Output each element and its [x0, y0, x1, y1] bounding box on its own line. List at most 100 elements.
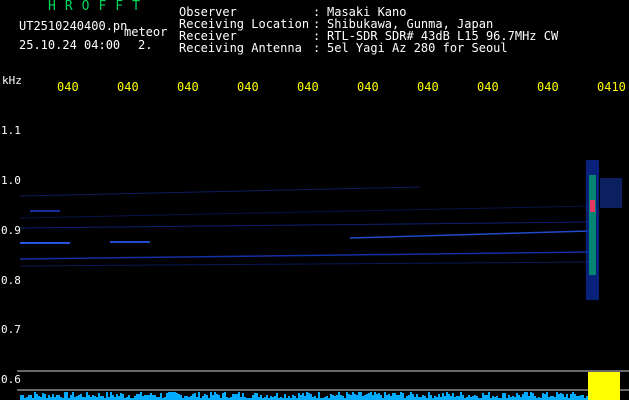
level-bar [496, 396, 498, 400]
level-bar [530, 392, 532, 400]
level-bar [460, 392, 462, 400]
level-bar [578, 396, 580, 400]
level-bar [376, 394, 378, 400]
level-bar [134, 396, 136, 400]
level-bar [154, 395, 156, 400]
level-bar [214, 392, 216, 400]
level-bar [416, 394, 418, 400]
level-bar [560, 393, 562, 400]
level-bar [574, 394, 576, 400]
level-bar [30, 395, 32, 400]
level-bar [396, 395, 398, 400]
level-bar [150, 393, 152, 400]
level-bar [562, 394, 564, 400]
level-bar [174, 392, 176, 400]
level-bar [266, 395, 268, 400]
level-bar [442, 393, 444, 400]
level-bar [194, 393, 196, 400]
level-bar [102, 396, 104, 400]
level-bar [42, 393, 44, 400]
level-bar [94, 396, 96, 400]
level-bar [310, 394, 312, 400]
level-bar [218, 395, 220, 400]
level-bar [234, 394, 236, 400]
level-bar [210, 392, 212, 400]
level-bar [422, 395, 424, 400]
level-bar [534, 396, 536, 400]
level-bar [276, 393, 278, 400]
level-bar [284, 394, 286, 400]
level-bar [302, 393, 304, 400]
level-bar [424, 396, 426, 400]
level-bar [566, 394, 568, 400]
level-bar [532, 393, 534, 400]
level-bar [80, 394, 82, 400]
level-bar [36, 394, 38, 400]
level-bar [526, 392, 528, 400]
level-bar [22, 395, 24, 400]
level-bar [428, 392, 430, 400]
level-bar [314, 396, 316, 400]
meteor-burst [586, 160, 622, 300]
level-bar [58, 395, 60, 400]
level-bar [516, 393, 518, 400]
level-bar [206, 395, 208, 400]
level-bar [384, 392, 386, 400]
level-bar [484, 395, 486, 400]
level-bar [252, 395, 254, 400]
level-bar [338, 392, 340, 400]
level-bar [148, 395, 150, 400]
level-bar [570, 394, 572, 400]
carrier-traces [19, 186, 591, 267]
level-bar [408, 395, 410, 400]
level-bar [482, 393, 484, 400]
level-bar [488, 392, 490, 400]
level-bar [468, 395, 470, 400]
level-bar [334, 396, 336, 400]
level-bar [542, 393, 544, 400]
level-bar [374, 392, 376, 400]
level-bar [410, 392, 412, 400]
level-bar [308, 393, 310, 400]
level-bar [118, 396, 120, 400]
level-bar [452, 393, 454, 400]
level-bar [52, 394, 54, 400]
trace [19, 251, 591, 260]
level-bar [222, 393, 224, 400]
level-bar [558, 394, 560, 400]
level-bar [456, 396, 458, 400]
level-bar [254, 393, 256, 400]
level-bar [462, 395, 464, 400]
level-bar [348, 394, 350, 400]
level-bar [180, 395, 182, 400]
level-bar [352, 392, 354, 400]
level-bar [372, 395, 374, 400]
level-bar [186, 396, 188, 400]
level-bar [116, 394, 118, 400]
level-bar [354, 394, 356, 400]
level-bar [518, 395, 520, 400]
level-bar [256, 393, 258, 400]
level-bar [362, 396, 364, 400]
level-bar [550, 396, 552, 400]
level-bar [78, 395, 80, 400]
level-bar [398, 395, 400, 400]
level-bar [370, 392, 372, 400]
level-bar [172, 392, 174, 400]
level-bar [346, 392, 348, 400]
level-bar [582, 395, 584, 400]
level-bar [356, 395, 358, 400]
level-bar [204, 394, 206, 400]
level-bar [122, 394, 124, 400]
level-bar [168, 392, 170, 400]
level-bar [330, 394, 332, 400]
level-bar [144, 395, 146, 400]
level-bar [146, 395, 148, 400]
level-bar [76, 396, 78, 400]
level-bar [476, 396, 478, 400]
level-bar [176, 393, 178, 400]
level-bar [580, 395, 582, 400]
level-bar [412, 394, 414, 400]
level-bar [390, 396, 392, 400]
level-bar [232, 394, 234, 400]
